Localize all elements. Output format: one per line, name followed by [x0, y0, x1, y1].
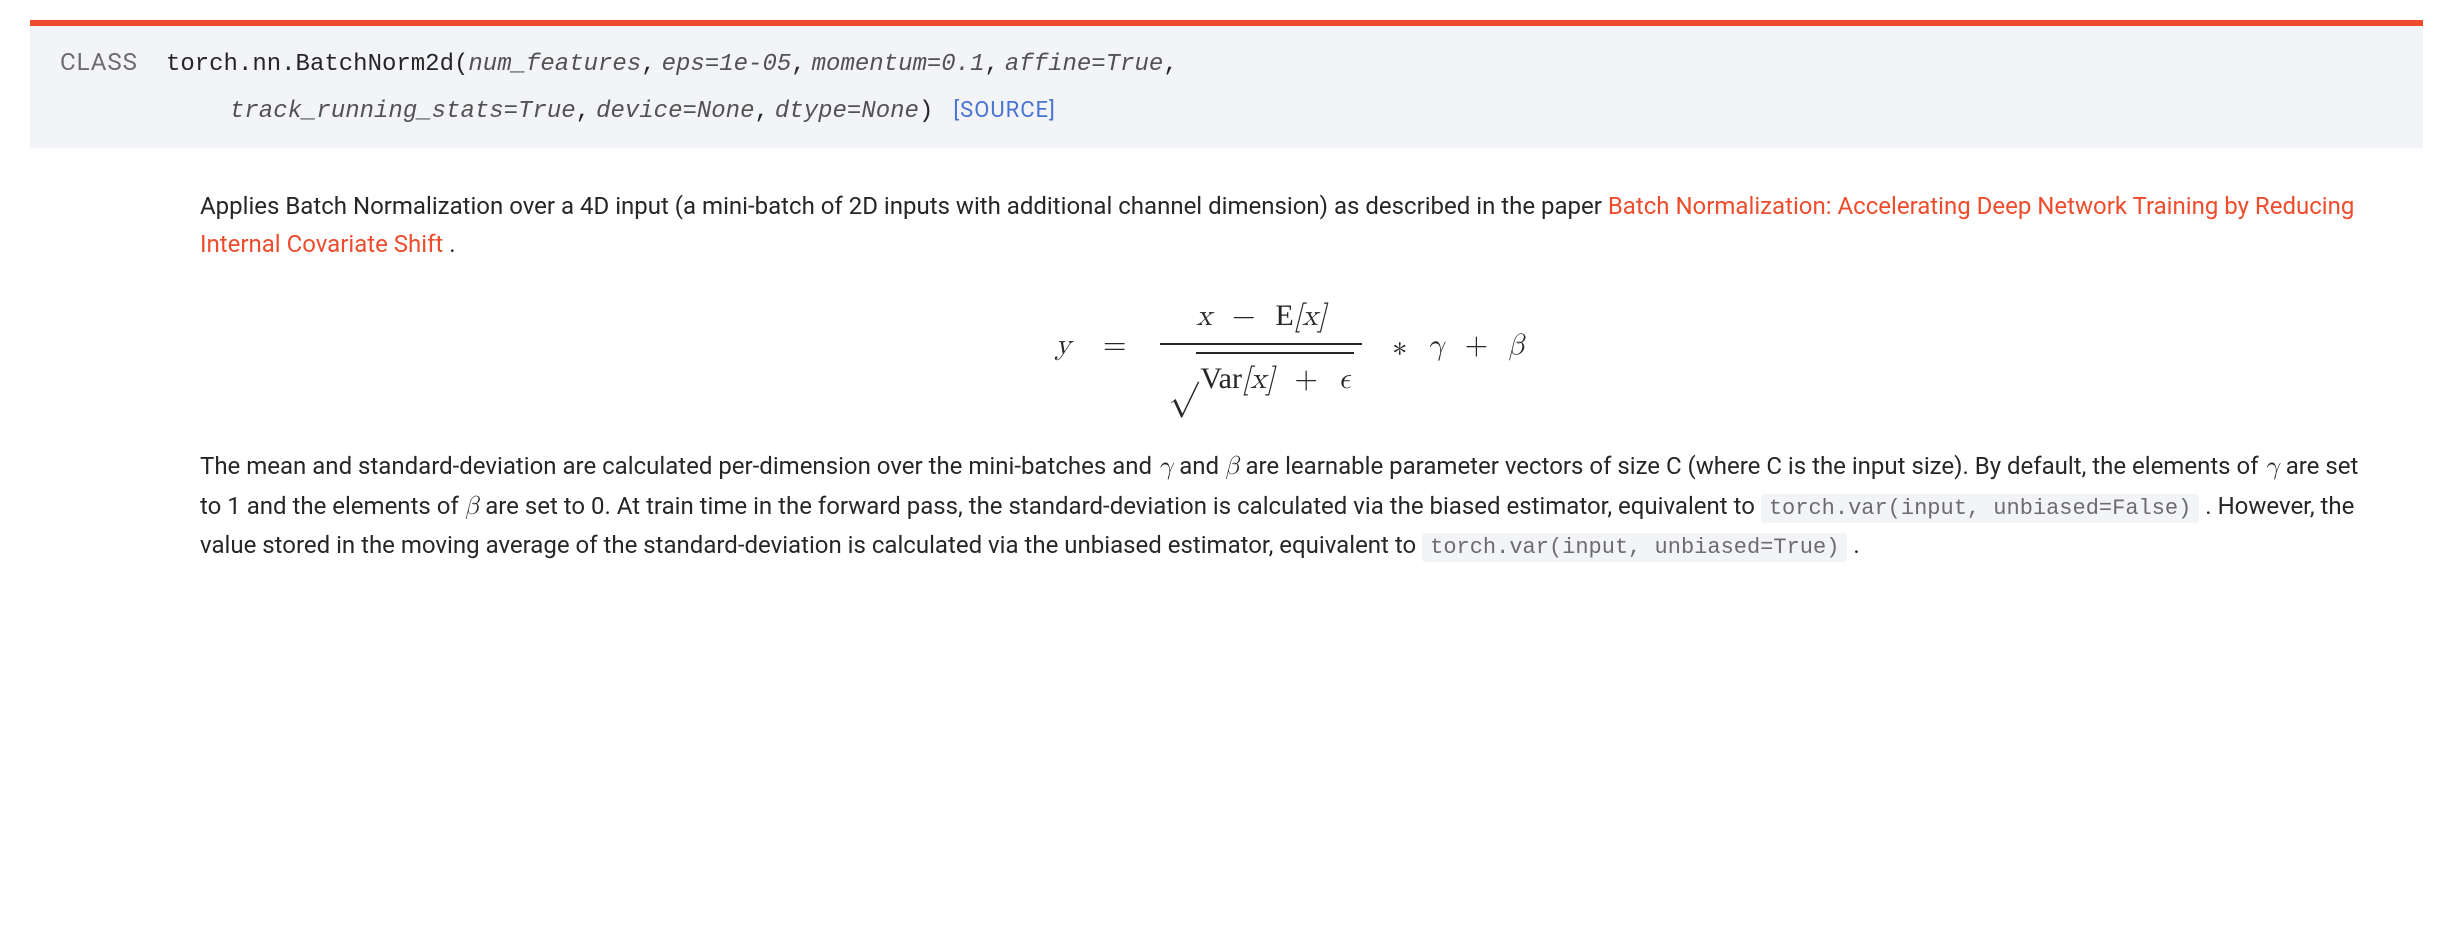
num-E: E [1275, 299, 1293, 332]
inline-beta-2: β [465, 494, 480, 520]
doc-body: Applies Batch Normalization over a 4D in… [200, 188, 2380, 565]
class-signature-block: CLASS torch.nn.BatchNorm2d ( num_feature… [30, 20, 2423, 148]
den-bracket-x: [x] [1242, 364, 1275, 394]
num-x: x [1196, 301, 1212, 331]
p2-t5: are set to 0. At train time in the forwa… [479, 492, 1761, 520]
close-paren: ) [919, 93, 933, 130]
source-link[interactable]: [SOURCE] [953, 94, 1056, 128]
sqrt-sign-icon: √ [1168, 354, 1198, 390]
num-bracket-x: [x] [1294, 301, 1327, 331]
inline-beta-1: β [1225, 454, 1240, 480]
p2-t7: . [1847, 531, 1859, 559]
formula-denominator: √ Var[x] + ϵ [1160, 345, 1362, 403]
inline-gamma-1: γ [1158, 454, 1173, 480]
intro-text-after-link: . [449, 230, 455, 258]
p2-t1: The mean and standard-deviation are calc… [200, 452, 1158, 480]
formula-numerator: x − E[x] [1160, 293, 1362, 346]
param-device: device=None [596, 93, 754, 130]
comma: , [755, 93, 769, 130]
batchnorm-formula: y = x − E[x] √ Var[x] + ϵ [200, 293, 2380, 403]
formula-gamma: γ [1427, 330, 1445, 360]
param-num-features: num_features [468, 46, 641, 83]
formula-star: ∗ [1392, 332, 1407, 362]
code-var-unbiased: torch.var(input, unbiased=True) [1422, 533, 1847, 562]
formula-fraction: x − E[x] √ Var[x] + ϵ [1160, 293, 1362, 403]
intro-text-before-link: Applies Batch Normalization over a 4D in… [200, 192, 1608, 220]
inline-gamma-2: γ [2265, 454, 2280, 480]
sqrt: √ Var[x] + ϵ [1168, 352, 1354, 403]
explanation-paragraph: The mean and standard-deviation are calc… [200, 447, 2380, 566]
param-dtype: dtype=None [775, 93, 919, 130]
comma: , [1163, 46, 1177, 83]
comma: , [576, 93, 590, 130]
param-eps: eps=1e-05 [662, 46, 792, 83]
code-var-biased: torch.var(input, unbiased=False) [1761, 494, 2199, 523]
comma: , [791, 46, 805, 83]
signature-line-2: track_running_stats=True, device=None, d… [30, 93, 2423, 130]
intro-paragraph: Applies Batch Normalization over a 4D in… [200, 188, 2380, 262]
p2-t2: and [1173, 452, 1225, 480]
signature-line-1: CLASS torch.nn.BatchNorm2d ( num_feature… [30, 44, 2423, 83]
den-Var: Var [1200, 362, 1242, 395]
formula-plus: + [1465, 330, 1488, 360]
param-momentum: momentum=0.1 [812, 46, 985, 83]
param-track-running-stats: track_running_stats=True [230, 93, 576, 130]
den-epsilon: ϵ [1338, 364, 1350, 394]
comma: , [984, 46, 998, 83]
radicand: Var[x] + ϵ [1196, 352, 1354, 403]
open-paren: ( [454, 46, 468, 83]
formula-equals: = [1103, 330, 1126, 360]
param-affine: affine=True [1005, 46, 1163, 83]
qualified-name: torch.nn.BatchNorm2d [166, 46, 454, 83]
den-plus: + [1294, 364, 1317, 394]
class-badge: CLASS [60, 44, 138, 81]
num-minus: − [1232, 301, 1255, 331]
p2-t3: are learnable parameter vectors of size … [1240, 452, 2265, 480]
doc-page: CLASS torch.nn.BatchNorm2d ( num_feature… [0, 0, 2453, 565]
formula-beta: β [1508, 330, 1525, 360]
formula-lhs: y [1055, 330, 1071, 360]
comma: , [641, 46, 655, 83]
